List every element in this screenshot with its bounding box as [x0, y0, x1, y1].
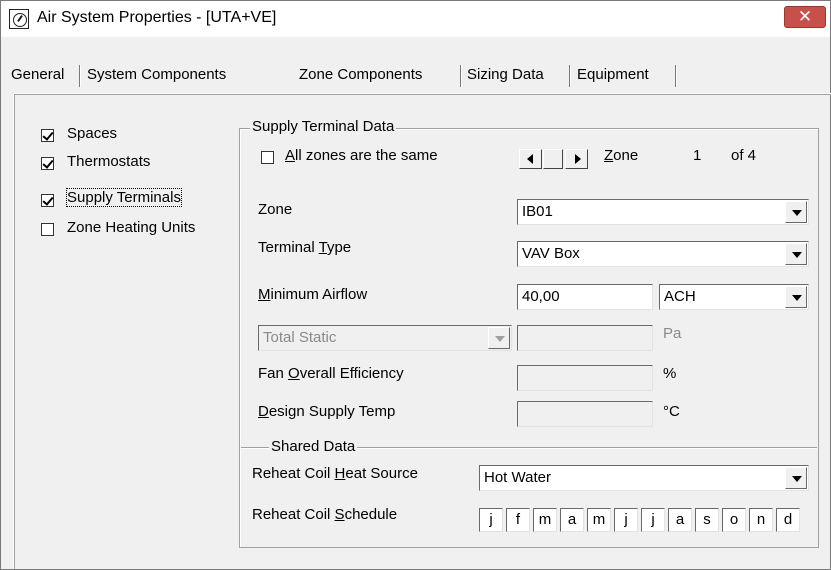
terminal-type-label: Terminal Type: [258, 239, 351, 256]
spaces-checkbox[interactable]: [41, 129, 54, 142]
shared-data-title: Shared Data: [269, 438, 358, 455]
month-apr[interactable]: a: [560, 508, 584, 532]
supply-terminal-group-title: Supply Terminal Data: [250, 118, 397, 135]
tab-system-components[interactable]: System Components: [87, 61, 226, 91]
reheat-source-label: Reheat Coil Heat Source: [252, 465, 418, 482]
total-static-value: Total Static: [263, 329, 337, 346]
zone-nav-label-rest: one: [613, 147, 639, 164]
tab-sizing-data[interactable]: Sizing Data: [467, 61, 544, 91]
reheat-source-dropdown[interactable]: Hot Water: [479, 465, 809, 491]
reheat-schedule-label: Reheat Coil Schedule: [252, 506, 397, 523]
supply-terminals-checkbox[interactable]: [41, 194, 54, 207]
air-system-properties-window: Air System Properties - [UTA+VE] ✕ Gener…: [0, 0, 831, 570]
zone-nav-total: of 4: [731, 147, 757, 164]
tab-general[interactable]: General: [11, 61, 64, 91]
tab-separator: [675, 65, 677, 87]
zone-heating-units-label[interactable]: Zone Heating Units: [67, 219, 195, 236]
chevron-down-icon[interactable]: [785, 201, 807, 223]
zone-label: Zone: [258, 201, 293, 218]
total-static-dropdown[interactable]: Total Static: [258, 325, 512, 351]
fan-efficiency-unit: %: [663, 365, 677, 382]
reheat-schedule-mnemonic: S: [334, 506, 345, 523]
all-zones-label-rest: ll zones are the same: [295, 147, 438, 164]
chevron-down-icon[interactable]: [785, 286, 807, 308]
reheat-source-label-post: eat Source: [345, 465, 418, 482]
month-jul[interactable]: j: [641, 508, 665, 532]
month-jan[interactable]: j: [479, 508, 503, 532]
previous-zone-button[interactable]: [519, 149, 542, 169]
minimum-airflow-label-post: inimum Airflow: [270, 286, 368, 303]
zone-value: IB01: [522, 203, 553, 220]
month-may[interactable]: m: [587, 508, 611, 532]
design-supply-temp-input[interactable]: [517, 401, 653, 427]
fan-efficiency-input[interactable]: [517, 365, 653, 391]
thermostats-label[interactable]: Thermostats: [67, 153, 150, 170]
airflow-unit-value: ACH: [664, 288, 696, 305]
reheat-source-label-pre: Reheat Coil: [252, 465, 335, 482]
next-zone-button[interactable]: [565, 149, 588, 169]
month-nov[interactable]: n: [749, 508, 773, 532]
chevron-down-icon[interactable]: [785, 467, 807, 489]
terminal-type-value: VAV Box: [522, 245, 580, 262]
supply-terminals-label[interactable]: Supply Terminals: [66, 188, 182, 207]
chevron-down-icon[interactable]: [785, 243, 807, 265]
fan-efficiency-mnemonic: O: [288, 365, 300, 382]
app-gauge-icon: [9, 9, 29, 29]
tab-zone-components[interactable]: Zone Components: [299, 61, 423, 91]
design-supply-temp-label: Design Supply Temp: [258, 403, 395, 420]
month-mar[interactable]: m: [533, 508, 557, 532]
title-bar: Air System Properties - [UTA+VE] ✕: [1, 1, 830, 37]
zone-dropdown[interactable]: IB01: [517, 199, 809, 225]
terminal-type-label-post: ype: [326, 239, 352, 256]
zone-scroll-thumb[interactable]: [543, 149, 563, 169]
minimum-airflow-input[interactable]: 40,00: [517, 284, 653, 310]
month-dec[interactable]: d: [776, 508, 800, 532]
terminal-type-dropdown[interactable]: VAV Box: [517, 241, 809, 267]
fan-efficiency-label: Fan Overall Efficiency: [258, 365, 404, 382]
all-zones-mnemonic: A: [285, 147, 296, 164]
terminal-type-mnemonic: T: [318, 239, 327, 256]
reheat-schedule-label-post: chedule: [344, 506, 398, 523]
close-button[interactable]: ✕: [784, 6, 826, 28]
design-supply-mnemonic: D: [258, 403, 269, 420]
thermostats-checkbox[interactable]: [41, 157, 54, 170]
month-aug[interactable]: a: [668, 508, 692, 532]
zone-nav-current: 1: [693, 147, 702, 164]
design-supply-temp-unit: °C: [663, 403, 680, 420]
terminal-type-label-pre: Terminal: [258, 239, 319, 256]
window-title: Air System Properties - [UTA+VE]: [37, 9, 277, 26]
total-static-unit: Pa: [663, 325, 682, 342]
chevron-down-icon[interactable]: [488, 327, 510, 349]
month-oct[interactable]: o: [722, 508, 746, 532]
tab-equipment[interactable]: Equipment: [577, 61, 649, 91]
tab-separator: [79, 65, 81, 87]
zone-nav-label: Zone: [604, 147, 638, 164]
zone-heating-units-checkbox[interactable]: [41, 223, 54, 236]
reheat-source-value: Hot Water: [484, 469, 551, 486]
minimum-airflow-mnemonic: M: [258, 286, 271, 303]
reheat-source-mnemonic: H: [334, 465, 346, 482]
airflow-unit-dropdown[interactable]: ACH: [659, 284, 809, 310]
fan-efficiency-label-pre: Fan: [258, 365, 289, 382]
month-jun[interactable]: j: [614, 508, 638, 532]
spaces-label[interactable]: Spaces: [67, 125, 117, 142]
reheat-schedule-label-pre: Reheat Coil: [252, 506, 335, 523]
design-supply-label-post: esign Supply Temp: [268, 403, 396, 420]
reheat-schedule-months: j f m a m j j a s o n d: [479, 508, 809, 532]
tab-separator: [460, 65, 462, 87]
all-zones-same-label[interactable]: All zones are the same: [285, 147, 438, 164]
tab-separator: [569, 65, 571, 87]
month-feb[interactable]: f: [506, 508, 530, 532]
month-sep[interactable]: s: [695, 508, 719, 532]
minimum-airflow-label: Minimum Airflow: [258, 286, 367, 303]
zone-nav-mnemonic: Z: [604, 147, 614, 164]
fan-efficiency-label-post: verall Efficiency: [299, 365, 404, 382]
all-zones-same-checkbox[interactable]: [261, 151, 274, 164]
total-static-input[interactable]: [517, 325, 653, 351]
